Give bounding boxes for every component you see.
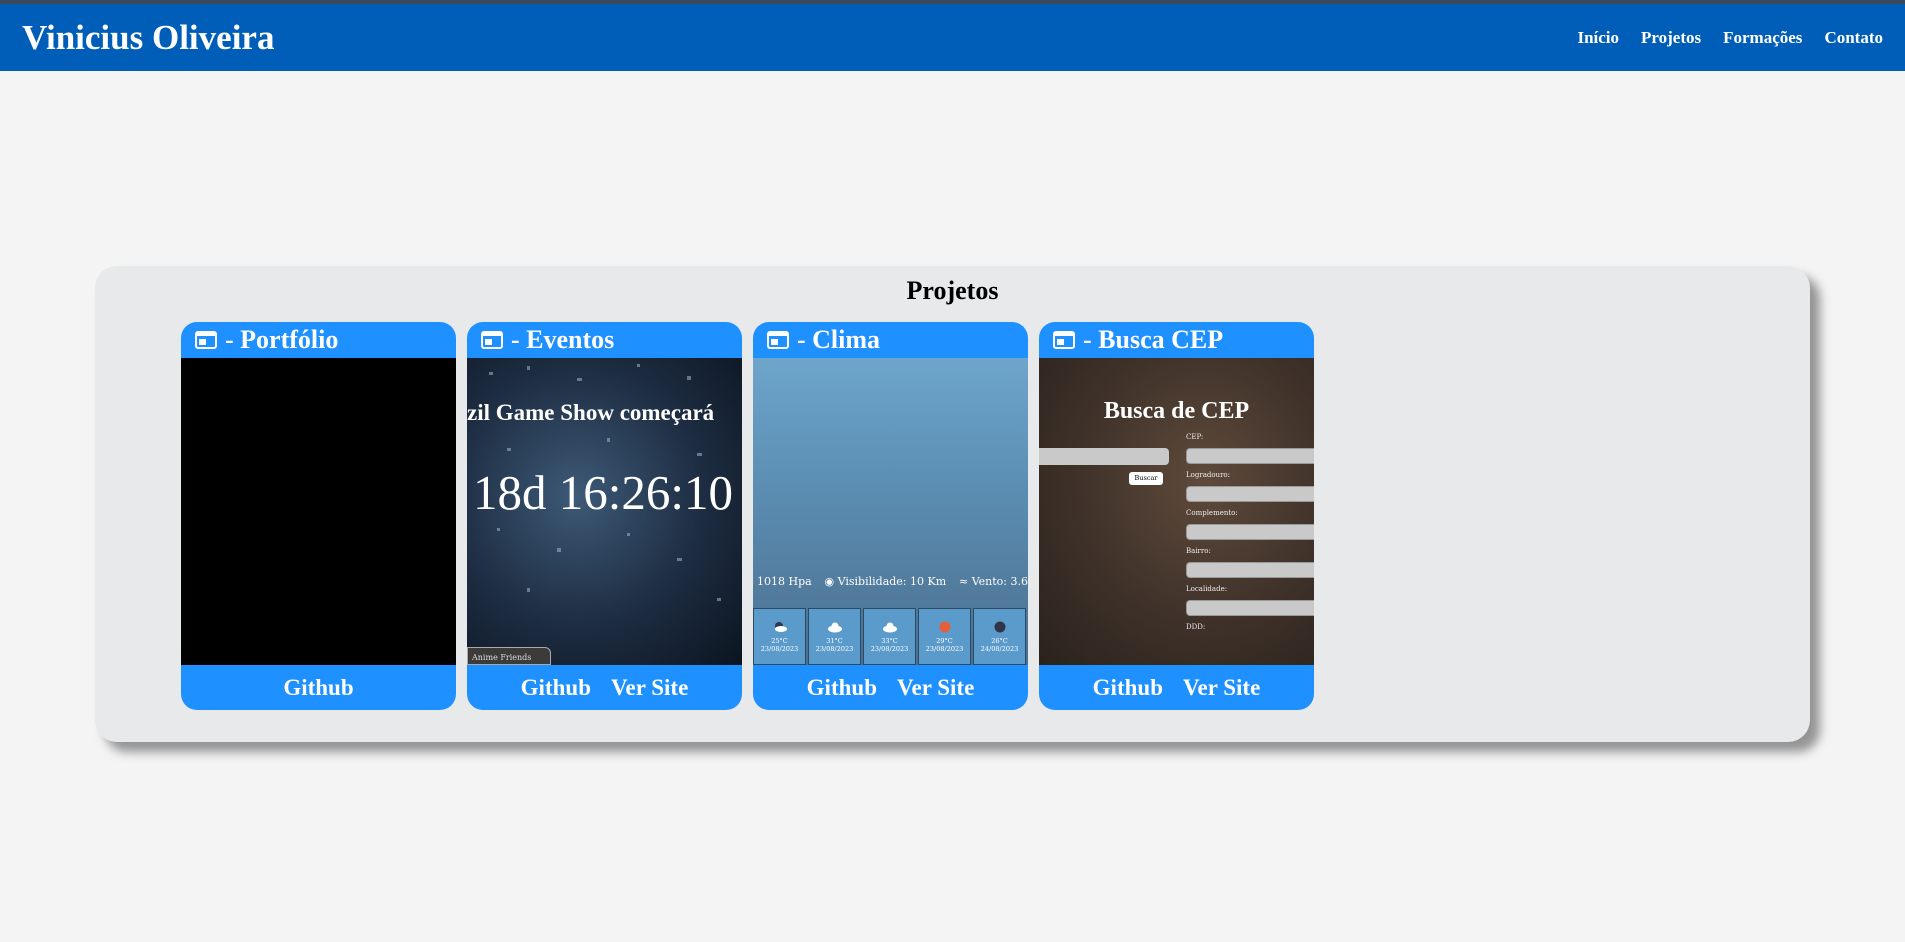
card-header: - Clima (753, 322, 1028, 358)
pressure-text: 1018 Hpa (757, 575, 812, 588)
card-header: - Portfólio (181, 322, 456, 358)
card-links: Github (181, 665, 456, 710)
logradouro-field (1186, 486, 1314, 502)
cep-search-field (1039, 448, 1169, 465)
forecast-date: 23/08/2023 (925, 645, 964, 653)
browser-window-icon (481, 331, 503, 349)
wind-text: Vento: 3.6 (971, 575, 1028, 588)
card-links: Github Ver Site (467, 665, 742, 710)
bairro-field (1186, 562, 1314, 578)
browser-window-icon (1053, 331, 1075, 349)
project-preview-image: zil Game Show começará 18d 16:26:10 Anim… (467, 358, 742, 665)
forecast-day: 33°C 23/08/2023 (863, 608, 916, 665)
project-preview-image: 1018 Hpa ◉ Visibilidade: 10 Km ≈ Vento: … (753, 358, 1028, 665)
visibility-stat: ◉ Visibilidade: 10 Km (825, 575, 947, 588)
github-link[interactable]: Github (807, 675, 877, 701)
project-card-portfolio: - Portfólio Github (181, 322, 456, 710)
forecast-date: 23/08/2023 (870, 645, 909, 653)
complemento-label: Complemento: (1186, 509, 1238, 517)
cep-field (1186, 448, 1314, 464)
browser-window-icon (195, 331, 217, 349)
forecast-day: 26°C 24/08/2023 (973, 608, 1026, 665)
projects-panel: Projetos - Portfólio Github - Eventos zi… (95, 266, 1810, 742)
bairro-label: Bairro: (1186, 547, 1211, 555)
forecast-days: 25°C 23/08/2023 31°C 23/08/2023 33°C 23/… (753, 608, 1028, 665)
cloud-icon (827, 622, 842, 633)
sun-icon (939, 621, 950, 633)
card-title: - Eventos (511, 325, 615, 354)
cep-search-button: Buscar (1129, 472, 1163, 485)
nav-link-projetos[interactable]: Projetos (1641, 28, 1701, 48)
forecast-date: 23/08/2023 (760, 645, 799, 653)
card-links: Github Ver Site (1039, 665, 1314, 710)
nav-link-contato[interactable]: Contato (1824, 28, 1883, 48)
github-link[interactable]: Github (1093, 675, 1163, 701)
nav-link-formacoes[interactable]: Formações (1723, 28, 1802, 48)
project-card-eventos: - Eventos zil Game Show começará 18d 16:… (467, 322, 742, 710)
nav-link-inicio[interactable]: Início (1577, 28, 1619, 48)
moon-icon (994, 621, 1005, 633)
card-title: - Portfólio (225, 325, 339, 354)
main-nav: Início Projetos Formações Contato (1577, 28, 1883, 48)
forecast-temp: 26°C (991, 637, 1008, 645)
forecast-date: 24/08/2023 (980, 645, 1019, 653)
project-preview-image (181, 358, 456, 665)
project-card-busca-cep: - Busca CEP Busca de CEP Buscar CEP: Log… (1039, 322, 1314, 710)
github-link[interactable]: Github (521, 675, 591, 701)
wind-icon: ≈ (958, 575, 969, 588)
forecast-date: 23/08/2023 (815, 645, 854, 653)
site-brand[interactable]: Vinicius Oliveira (22, 18, 274, 58)
forecast-temp: 33°C (881, 637, 898, 645)
forecast-temp: 29°C (936, 637, 953, 645)
partly-cloudy-night-icon (774, 622, 787, 632)
card-title: - Clima (797, 325, 881, 354)
card-links: Github Ver Site (753, 665, 1028, 710)
event-countdown: 18d 16:26:10 (473, 465, 733, 520)
complemento-field (1186, 524, 1314, 540)
projects-title: Projetos (906, 276, 999, 305)
forecast-temp: 25°C (771, 637, 788, 645)
view-site-link[interactable]: Ver Site (1183, 675, 1260, 701)
event-tab-button: Anime Friends (467, 647, 551, 665)
site-header: Vinicius Oliveira Início Projetos Formaç… (0, 4, 1905, 71)
github-link[interactable]: Github (283, 675, 353, 701)
logradouro-label: Logradouro: (1186, 471, 1230, 479)
weather-stats: 1018 Hpa ◉ Visibilidade: 10 Km ≈ Vento: … (757, 575, 1028, 588)
wind-stat: ≈ Vento: 3.6 (959, 575, 1028, 588)
event-headline: zil Game Show começará (467, 400, 715, 425)
forecast-day: 31°C 23/08/2023 (808, 608, 861, 665)
cep-heading: Busca de CEP (1103, 398, 1250, 424)
forecast-day: 25°C 23/08/2023 (753, 608, 806, 665)
project-card-clima: - Clima 1018 Hpa ◉ Visibilidade: 10 Km ≈… (753, 322, 1028, 710)
forecast-temp: 31°C (826, 637, 843, 645)
eye-icon: ◉ (824, 575, 835, 588)
view-site-link[interactable]: Ver Site (611, 675, 688, 701)
localidade-field (1186, 600, 1314, 616)
forecast-day: 29°C 23/08/2023 (918, 608, 971, 665)
cep-label: CEP: (1186, 433, 1204, 441)
localidade-label: Localidade: (1186, 585, 1228, 593)
card-header: - Busca CEP (1039, 322, 1314, 358)
card-header: - Eventos (467, 322, 742, 358)
card-title: - Busca CEP (1083, 325, 1224, 354)
project-preview-image: Busca de CEP Buscar CEP: Logradouro: Com… (1039, 358, 1314, 665)
view-site-link[interactable]: Ver Site (897, 675, 974, 701)
ddd-label: DDD: (1186, 623, 1206, 631)
browser-window-icon (767, 331, 789, 349)
cloud-icon (882, 622, 897, 633)
visibility-text: Visibilidade: 10 Km (837, 575, 947, 588)
